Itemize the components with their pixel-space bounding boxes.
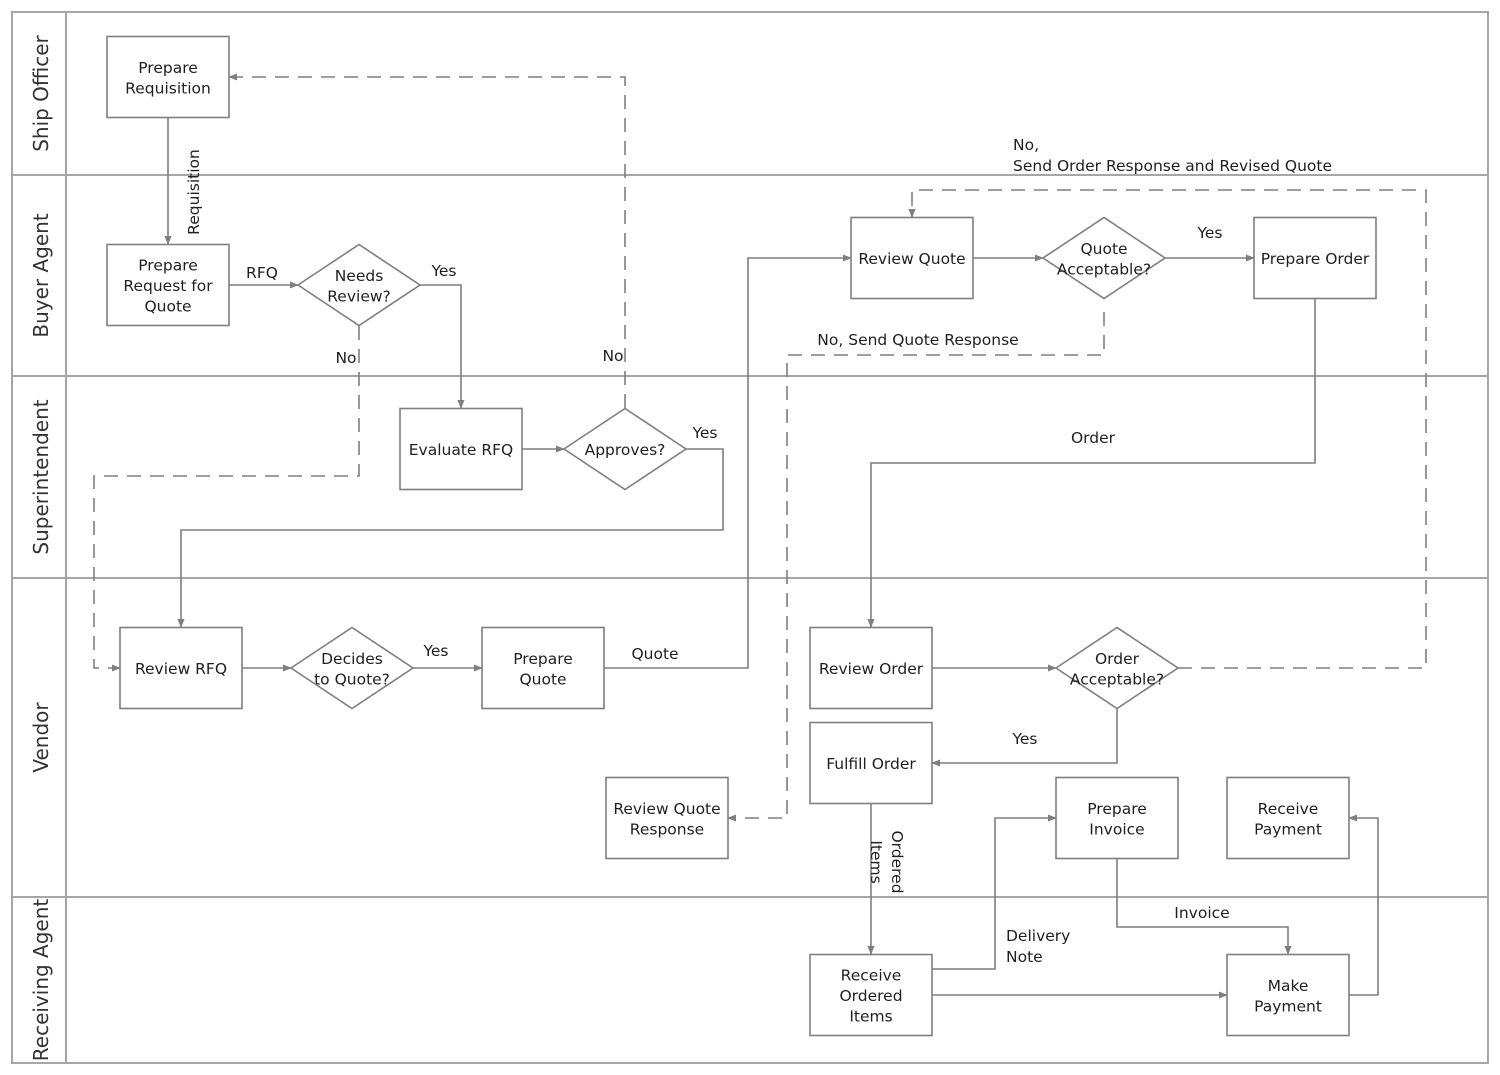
connector-label-line: Items [867,840,885,883]
node-label: Review Quote [858,250,965,268]
connector-label: No [602,347,623,365]
node-label: Receive [841,967,902,985]
connector-label: Quote [631,645,678,663]
node-label: Prepare [1087,800,1147,818]
node-label: Decides [321,650,383,668]
node-label: Invoice [1089,820,1144,838]
node-label: Quote [144,298,191,316]
node-fulfill-order[interactable]: Fulfill Order [809,721,933,805]
connector-label: Yes [691,424,717,442]
connector-label: Requisition [185,149,203,235]
process-box[interactable] [1055,776,1179,860]
process-box[interactable] [481,626,605,710]
connector-label-line: Send Order Response and Revised Quote [1013,157,1332,175]
node-label: Quote [519,670,566,688]
connector-needs-review-to-review-rfq[interactable] [93,326,360,672]
connector-label: Invoice [1174,904,1229,922]
node-order-acceptable[interactable]: Order Acceptable? [1054,626,1180,710]
node-label: to Quote? [314,670,390,688]
decision-diamond[interactable] [296,243,422,327]
node-label: Items [849,1008,892,1026]
node-label: Review Order [819,660,924,678]
connector-label: OrderedItems [867,830,906,893]
node-review-quote-response[interactable]: Review Quote Response [605,776,729,860]
process-box[interactable] [106,35,230,119]
connector-receive-ordered-items-to-prepare-invoice[interactable] [932,814,1057,970]
node-label: Receive [1258,800,1319,818]
lane-title: Buyer Agent [29,213,53,337]
decision-diamond[interactable] [1041,216,1167,300]
node-label: Payment [1254,997,1322,1015]
node-evaluate-rfq[interactable]: Evaluate RFQ [399,407,523,491]
connector-label: Order [1071,429,1116,447]
lane-title: Vendor [29,702,53,773]
node-review-order[interactable]: Review Order [809,626,933,710]
node-label: Fulfill Order [826,755,916,773]
connector-needs-review-to-evaluate-rfq[interactable] [420,284,465,409]
lane-title: Receiving Agent [29,899,53,1062]
node-label: Ordered [839,987,902,1005]
node-needs-review[interactable]: Needs Review? [296,243,422,327]
node-make-payment[interactable]: Make Payment [1226,953,1350,1037]
node-prepare-invoice[interactable]: Prepare Invoice [1055,776,1179,860]
lane-title: Superintendent [29,399,53,554]
node-label: Approves? [585,441,666,459]
node-approves[interactable]: Approves? [562,407,688,491]
node-label: Acceptable? [1057,260,1151,278]
lane-title: Ship Officer [29,34,53,151]
node-label: Review RFQ [135,660,227,678]
node-label: Review? [327,287,391,305]
connector-label: No, Send Quote Response [817,331,1018,349]
node-label: Prepare Order [1261,250,1370,268]
node-decides-to-quote[interactable]: Decides to Quote? [289,626,415,710]
lane-ship-officer: Ship Officer [29,34,53,151]
node-label: Response [630,820,704,838]
node-label: Acceptable? [1070,670,1164,688]
connector-label-line: Delivery [1006,927,1070,945]
connector-label-line: Note [1006,948,1043,966]
swimlane-diagram: Ship Officer Buyer Agent Superintendent Ven… [11,11,1489,1064]
process-box[interactable] [1226,953,1350,1037]
connector-label: Yes [430,262,456,280]
node-label: Prepare [138,257,198,275]
connector-label: Delivery Note [1006,927,1070,966]
lane-superintendent: Superintendent [12,375,1488,555]
node-receive-ordered-items[interactable]: Receive Ordered Items [809,953,933,1037]
node-receive-payment[interactable]: Receive Payment [1226,776,1350,860]
node-label: Prepare [138,59,198,77]
node-label: Request for [123,277,213,295]
connector-make-payment-to-receive-payment[interactable] [1348,814,1379,996]
connector-label-line: No, [1013,136,1039,154]
node-prepare-rfq[interactable]: Prepare Request for Quote [106,243,230,327]
process-box[interactable] [605,776,729,860]
connector-approves-to-prepare-requisition[interactable] [228,73,626,408]
connector-label: No [335,349,356,367]
process-box[interactable] [1226,776,1350,860]
decision-diamond[interactable] [1054,626,1180,710]
connector-label: No, Send Order Response and Revised Quote [1013,136,1332,175]
nodes-layer: Prepare Requisition Prepare Request for Quot… [106,35,1377,1037]
node-prepare-order[interactable]: Prepare Order [1253,216,1377,300]
connector-label: Yes [1196,224,1222,242]
node-review-quote[interactable]: Review Quote [850,216,974,300]
node-prepare-requisition[interactable]: Prepare Requisition [106,35,230,119]
node-quote-acceptable[interactable]: Quote Acceptable? [1041,216,1167,300]
node-label: Review Quote [613,800,720,818]
node-label: Make [1268,977,1309,995]
node-label: Prepare [513,650,573,668]
connector-label: RFQ [246,264,278,282]
decision-diamond[interactable] [289,626,415,710]
node-label: Needs [335,267,384,285]
node-review-rfq[interactable]: Review RFQ [119,626,243,710]
connector-label: Yes [422,642,448,660]
connector-label: Yes [1011,730,1037,748]
node-label: Order [1095,650,1140,668]
node-label: Evaluate RFQ [409,441,514,459]
connector-label-line: Ordered [888,830,906,893]
connectors-layer [93,73,1427,999]
node-label: Quote [1080,240,1127,258]
node-prepare-quote[interactable]: Prepare Quote [481,626,605,710]
node-label: Requisition [125,79,211,97]
node-label: Payment [1254,820,1322,838]
